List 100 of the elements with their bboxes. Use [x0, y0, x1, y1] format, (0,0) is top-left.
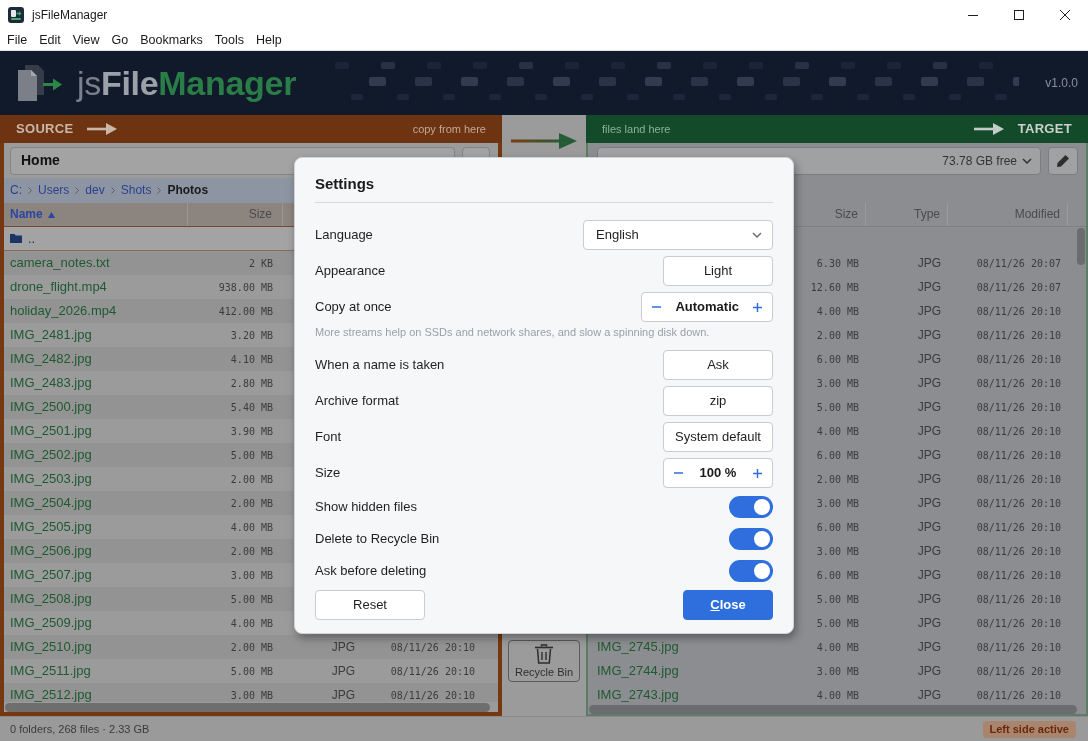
file-type: JPG [917, 664, 941, 678]
file-modified: 08/11/26 20:10 [976, 592, 1061, 606]
menu-item[interactable]: Bookmarks [140, 32, 203, 48]
file-modified: 08/11/26 20:10 [976, 304, 1061, 318]
file-type: JPG [331, 640, 355, 654]
menu-item[interactable]: View [72, 32, 100, 48]
edit-button[interactable] [1048, 146, 1078, 175]
file-size: 2.00 MB [816, 472, 859, 486]
file-size: 5.00 MB [230, 448, 273, 462]
menu-item[interactable]: Help [256, 32, 282, 48]
file-name: IMG_2506.jpg [10, 544, 92, 558]
file-row[interactable]: IMG_2512.jpg 3.00 MB JPG 08/11/26 20:10 [4, 683, 498, 702]
scrollbar-thumb[interactable] [589, 704, 1077, 714]
breadcrumb-item[interactable]: Photos [167, 183, 209, 198]
plus-icon [753, 468, 762, 478]
file-type: JPG [917, 376, 941, 390]
file-name: IMG_2745.jpg [597, 640, 679, 654]
option-button[interactable]: Ask [663, 350, 773, 380]
window-title: jsFileManager [32, 7, 108, 24]
file-row[interactable]: IMG_2510.jpg 2.00 MB JPG 08/11/26 20:10 [4, 635, 498, 659]
file-name: IMG_2482.jpg [10, 352, 92, 366]
file-size: 3.20 MB [230, 328, 273, 342]
file-modified: 08/11/26 20:10 [976, 688, 1061, 702]
file-size: 4.00 MB [816, 688, 859, 702]
increase-button[interactable] [753, 300, 762, 314]
version-label: v1.0.0 [1045, 75, 1078, 92]
recycle-bin-button[interactable]: Recycle Bin [508, 640, 580, 682]
file-type: JPG [917, 256, 941, 270]
file-type: JPG [917, 400, 941, 414]
column-header[interactable]: Modified [1014, 207, 1060, 222]
toggle-switch[interactable] [729, 496, 773, 518]
setting-label: Ask before deleting [315, 562, 427, 581]
file-name: IMG_2502.jpg [10, 448, 92, 462]
panel-hint: copy from here [412, 121, 486, 137]
menu-item[interactable]: File [7, 32, 28, 48]
file-modified: 08/11/26 20:10 [976, 472, 1061, 486]
file-name: IMG_2508.jpg [10, 592, 92, 606]
column-header[interactable]: Type [914, 207, 940, 222]
file-size: 4.00 MB [230, 520, 273, 534]
chevron-right-icon [157, 187, 162, 194]
menu-item[interactable]: Tools [214, 32, 244, 48]
toggle-switch[interactable] [729, 560, 773, 582]
file-modified: 08/11/26 20:10 [976, 520, 1061, 534]
file-name: holiday_2026.mp4 [10, 304, 117, 318]
toggle-switch[interactable] [729, 528, 773, 550]
sort-ascending-icon [47, 211, 55, 218]
stepper-value: 100 % [699, 464, 737, 483]
column-header[interactable]: Size [834, 207, 858, 222]
scrollbar-thumb[interactable] [1077, 228, 1085, 265]
file-modified: 08/11/26 20:10 [976, 448, 1061, 462]
file-modified: 08/11/26 20:10 [390, 688, 475, 702]
file-size: 5.00 MB [816, 400, 859, 414]
file-name: drone_flight.mp4 [10, 280, 107, 294]
setting-label: Show hidden files [315, 498, 417, 517]
file-name: camera_notes.txt [10, 256, 110, 270]
file-size: 2.00 MB [230, 496, 273, 510]
file-size: 3.00 MB [816, 376, 859, 390]
file-type: JPG [917, 448, 941, 462]
minimize-icon [968, 14, 978, 16]
file-modified: 08/11/26 20:07 [976, 256, 1061, 270]
active-side-badge: Left side active [982, 720, 1076, 738]
close-button[interactable]: Close [683, 590, 773, 620]
option-button[interactable]: System default [663, 422, 773, 452]
setting-label: Size [315, 464, 341, 483]
file-modified: 08/11/26 20:07 [976, 280, 1061, 294]
file-type: JPG [917, 544, 941, 558]
increase-button[interactable] [753, 466, 762, 480]
setting-label: Copy at once [315, 298, 392, 317]
folder-icon [10, 234, 22, 243]
column-header[interactable]: Name [10, 207, 55, 222]
file-type: JPG [917, 304, 941, 318]
minus-icon [652, 306, 662, 308]
breadcrumb-item[interactable]: C: [10, 183, 22, 198]
file-type: JPG [917, 520, 941, 534]
chevron-right-icon [28, 187, 32, 194]
file-size: 2.00 MB [230, 544, 273, 558]
file-type: JPG [331, 664, 355, 678]
select-dropdown[interactable]: English [583, 220, 773, 250]
file-size: 3.00 MB [816, 496, 859, 510]
option-button[interactable]: zip [663, 386, 773, 416]
breadcrumb-item[interactable]: dev [85, 183, 105, 198]
file-modified: 08/11/26 20:10 [976, 496, 1061, 510]
column-header[interactable]: Size [248, 207, 272, 222]
maximize-icon [1014, 10, 1024, 20]
scrollbar-thumb[interactable] [5, 702, 490, 712]
menu-item[interactable]: Go [111, 32, 129, 48]
file-size: 4.00 MB [816, 424, 859, 438]
file-modified: 08/11/26 20:10 [976, 424, 1061, 438]
file-size: 3.90 MB [230, 424, 273, 438]
setting-label: Archive format [315, 392, 399, 411]
close-icon [1060, 10, 1070, 20]
breadcrumb-item[interactable]: Shots [120, 183, 152, 198]
file-modified: 08/11/26 20:10 [976, 328, 1061, 342]
panel-title: TARGET [1017, 120, 1072, 139]
reset-button[interactable]: Reset [315, 590, 425, 620]
file-size: 5.00 MB [816, 616, 859, 630]
menu-item[interactable]: Edit [39, 32, 61, 48]
option-button[interactable]: Light [663, 256, 773, 286]
breadcrumb-item[interactable]: Users [38, 183, 70, 198]
arrow-right-icon [511, 133, 577, 149]
